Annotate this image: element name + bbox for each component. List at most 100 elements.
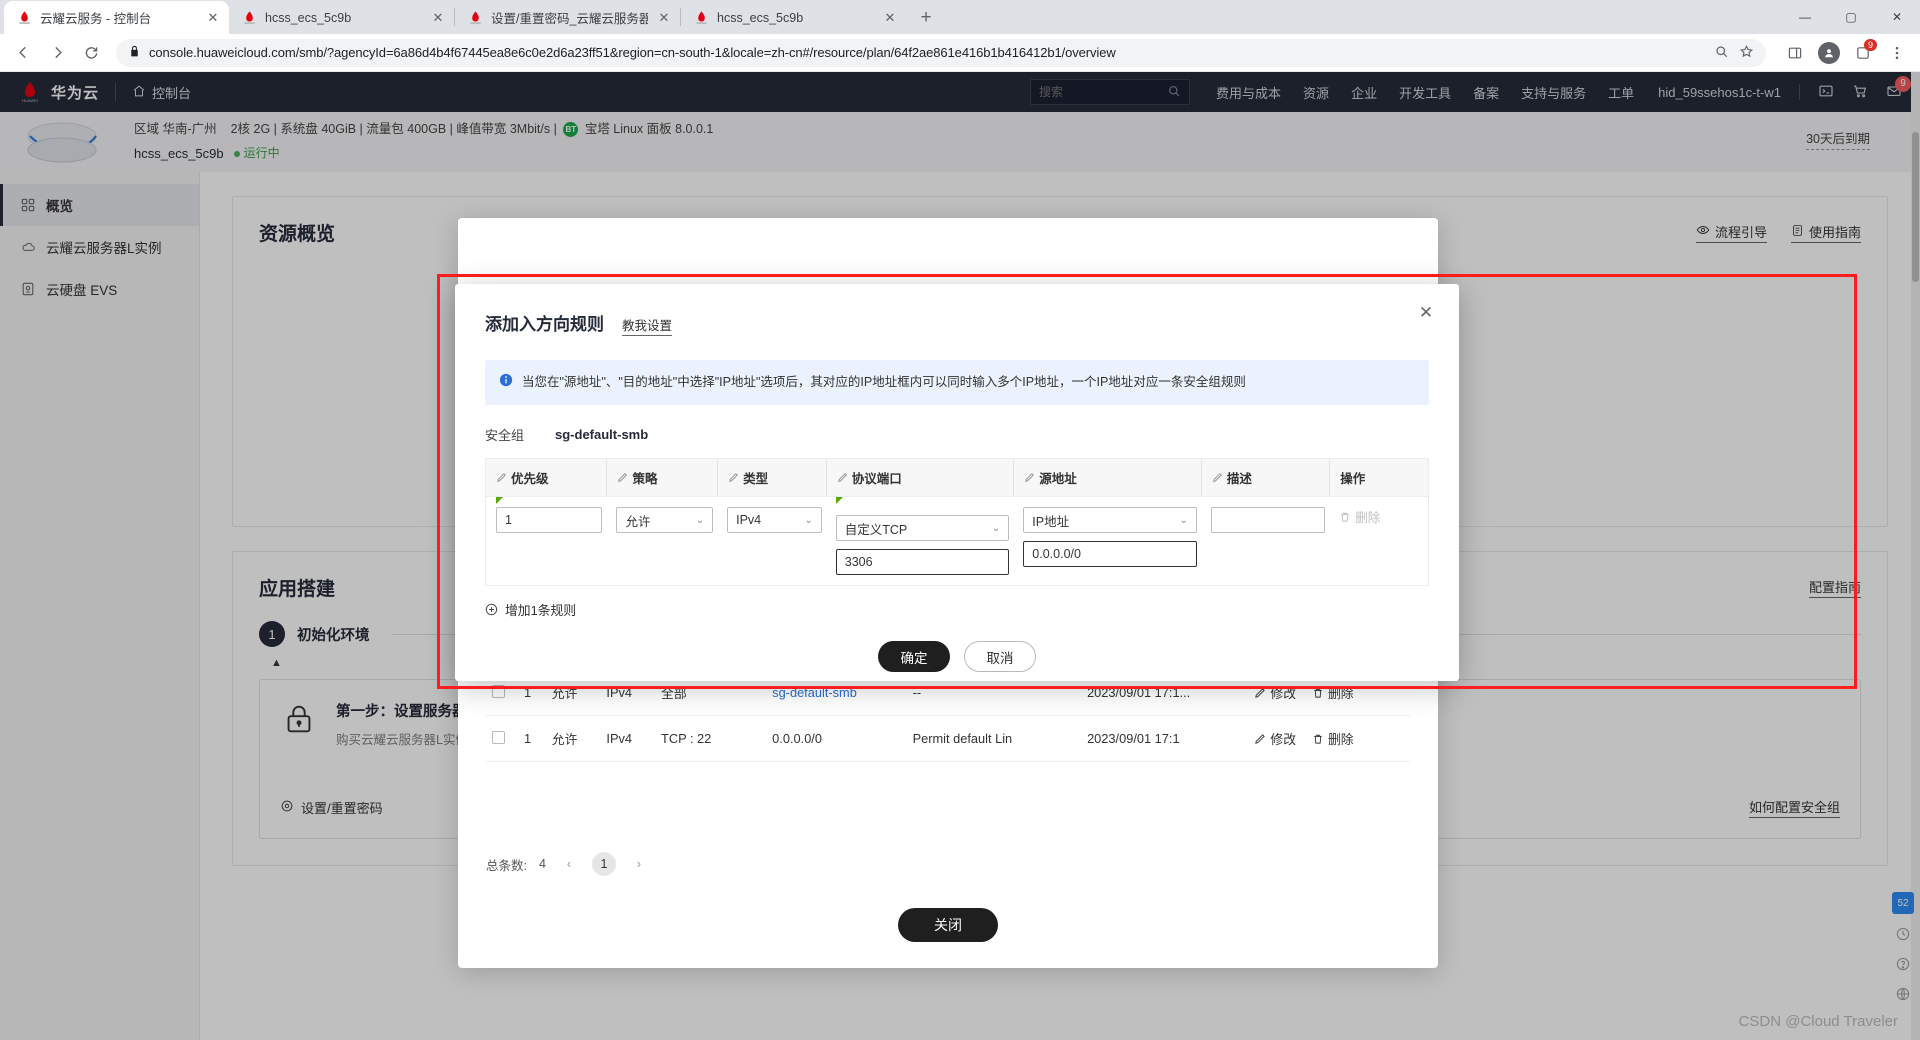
col-policy: 策略 xyxy=(606,459,717,496)
delete-label: 删除 xyxy=(1328,732,1354,747)
type-select-value: IPv4 xyxy=(736,513,762,527)
lock-icon xyxy=(128,45,141,61)
confirm-button[interactable]: 确定 xyxy=(878,641,950,672)
protocol-select-value: 自定义TCP xyxy=(844,522,908,537)
tab-title: hcss_ecs_5c9b xyxy=(265,10,352,25)
toolbar-right-icons: 9 xyxy=(1776,38,1912,68)
tab-close-icon[interactable]: ✕ xyxy=(205,10,221,26)
window-controls: — ▢ ✕ xyxy=(1782,0,1920,34)
policy-select[interactable]: 允许 ⌄ xyxy=(616,507,714,533)
delete-label: 删除 xyxy=(1355,511,1381,525)
tab-close-icon[interactable]: ✕ xyxy=(882,10,898,26)
col-action: 操作 xyxy=(1329,459,1428,496)
browser-tab-4[interactable]: hcss_ecs_5c9b ✕ xyxy=(681,1,906,34)
row-checkbox[interactable] xyxy=(492,730,505,744)
rule-editor-row: 允许 ⌄ IPv4 ⌄ 自定义TCP ⌄ xyxy=(486,497,1428,585)
source-type-select[interactable]: IP地址 ⌄ xyxy=(1023,507,1197,533)
row-delete-button-disabled: 删除 xyxy=(1339,507,1424,526)
maximize-button[interactable]: ▢ xyxy=(1828,0,1874,34)
current-page[interactable]: 1 xyxy=(591,852,616,876)
tab-title: 设置/重置密码_云耀云服务器 xyxy=(491,12,648,26)
rule-table-header: 优先级 策略 类型 协议端口 源地址 描述 操作 xyxy=(486,459,1428,497)
url-text: console.huaweicloud.com/smb/?agencyId=6a… xyxy=(149,45,1116,60)
info-icon xyxy=(499,373,513,393)
chevron-down-icon: ⌄ xyxy=(991,522,1001,534)
close-drawer-button[interactable]: 关闭 xyxy=(898,908,998,942)
tab-close-icon[interactable]: ✕ xyxy=(656,10,672,26)
cell-type: IPv4 xyxy=(600,715,656,762)
minimize-button[interactable]: — xyxy=(1782,0,1828,34)
field-priority xyxy=(486,497,606,533)
rule-editor-table: 优先级 策略 类型 协议端口 源地址 描述 操作 1 允许 ⌄ IPv4 ⌄ 自… xyxy=(485,458,1429,586)
profile-avatar-icon[interactable] xyxy=(1814,38,1844,68)
bookmark-star-icon[interactable] xyxy=(1739,44,1754,62)
add-rule-button[interactable]: 增加1条规则 xyxy=(485,600,1429,619)
field-description xyxy=(1201,507,1329,533)
prev-page-button[interactable]: ‹ xyxy=(558,853,580,875)
close-icon[interactable]: ✕ xyxy=(1415,302,1437,324)
sg-label: 安全组 xyxy=(485,428,525,443)
source-address-input[interactable] xyxy=(1023,541,1197,567)
col-label: 类型 xyxy=(743,472,769,486)
col-label: 策略 xyxy=(632,472,658,486)
zoom-icon[interactable] xyxy=(1714,44,1729,62)
huawei-favicon xyxy=(693,10,709,26)
browser-tab-3[interactable]: 设置/重置密码_云耀云服务器 ✕ xyxy=(455,1,680,34)
description-input[interactable] xyxy=(1210,507,1326,533)
next-page-button[interactable]: › xyxy=(628,853,650,875)
edit-label: 修改 xyxy=(1270,732,1296,747)
extension-badge: 9 xyxy=(1864,38,1877,51)
alert-text: 当您在"源地址"、"目的地址"中选择"IP地址"选项后，其对应的IP地址框内可以… xyxy=(522,375,1246,389)
type-select[interactable]: IPv4 ⌄ xyxy=(727,507,822,533)
row-edit-button[interactable]: 修改 xyxy=(1254,683,1296,702)
add-inbound-rule-modal: 添加入方向规则 教我设置 ✕ 当您在"源地址"、"目的地址"中选择"IP地址"选… xyxy=(455,284,1459,681)
address-bar[interactable]: console.huaweicloud.com/smb/?agencyId=6a… xyxy=(116,38,1766,67)
huawei-favicon xyxy=(16,10,32,26)
field-action: 删除 xyxy=(1329,507,1428,526)
required-marker-icon xyxy=(496,497,503,504)
protocol-select[interactable]: 自定义TCP ⌄ xyxy=(835,515,1010,541)
page-viewport: HUAWEI 华为云 控制台 费用与成本 资源 企业 xyxy=(0,72,1920,1040)
table-row[interactable]: 1 允许 IPv4 TCP : 22 0.0.0.0/0 Permit defa… xyxy=(486,715,1410,762)
total-value: 4 xyxy=(538,857,546,871)
priority-input[interactable] xyxy=(496,507,603,533)
browser-tab-1[interactable]: 云耀云服务 - 控制台 ✕ xyxy=(4,1,229,34)
col-label: 优先级 xyxy=(511,472,549,486)
extensions-icon[interactable]: 9 xyxy=(1848,38,1878,68)
cell-modified: 2023/09/01 17:1 xyxy=(1081,715,1249,762)
field-source: IP地址 ⌄ xyxy=(1013,507,1201,567)
edit-label: 修改 xyxy=(1270,686,1296,701)
delete-label: 删除 xyxy=(1328,686,1354,701)
browser-window: 云耀云服务 - 控制台 ✕ hcss_ecs_5c9b ✕ 设置/重置密码_云耀… xyxy=(0,0,1920,1040)
required-marker-icon xyxy=(835,497,843,504)
tab-close-icon[interactable]: ✕ xyxy=(430,10,446,26)
col-label: 操作 xyxy=(1340,472,1366,486)
plus-circle-icon xyxy=(485,603,498,616)
browser-toolbar: console.huaweicloud.com/smb/?agencyId=6a… xyxy=(0,34,1920,72)
forward-icon[interactable] xyxy=(42,38,72,68)
split-screen-icon[interactable] xyxy=(1780,38,1810,68)
chevron-down-icon: ⌄ xyxy=(804,514,813,526)
drawer-footer: 关闭 xyxy=(458,890,1438,968)
reload-icon[interactable] xyxy=(76,38,106,68)
cancel-button[interactable]: 取消 xyxy=(964,641,1036,672)
watermark-text: CSDN @Cloud Traveler xyxy=(1738,1013,1898,1030)
modal-title: 添加入方向规则 xyxy=(485,315,604,334)
col-label: 协议端口 xyxy=(851,472,902,486)
cell-source[interactable]: sg-default-smb xyxy=(772,685,857,700)
browser-menu-icon[interactable] xyxy=(1882,38,1912,68)
back-icon[interactable] xyxy=(8,38,38,68)
new-tab-button[interactable]: + xyxy=(912,3,940,31)
row-delete-button[interactable]: 删除 xyxy=(1312,729,1354,748)
teach-me-link[interactable]: 教我设置 xyxy=(622,315,673,336)
row-delete-button[interactable]: 删除 xyxy=(1312,683,1354,702)
port-input[interactable] xyxy=(835,549,1010,575)
window-close-button[interactable]: ✕ xyxy=(1874,0,1920,34)
browser-tab-2[interactable]: hcss_ecs_5c9b ✕ xyxy=(229,1,454,34)
row-checkbox[interactable] xyxy=(492,684,505,698)
row-edit-button[interactable]: 修改 xyxy=(1254,729,1296,748)
cell-protocol: TCP : 22 xyxy=(655,715,767,762)
info-alert: 当您在"源地址"、"目的地址"中选择"IP地址"选项后，其对应的IP地址框内可以… xyxy=(485,360,1429,405)
policy-select-value: 允许 xyxy=(625,514,651,529)
cell-priority: 1 xyxy=(518,715,546,762)
